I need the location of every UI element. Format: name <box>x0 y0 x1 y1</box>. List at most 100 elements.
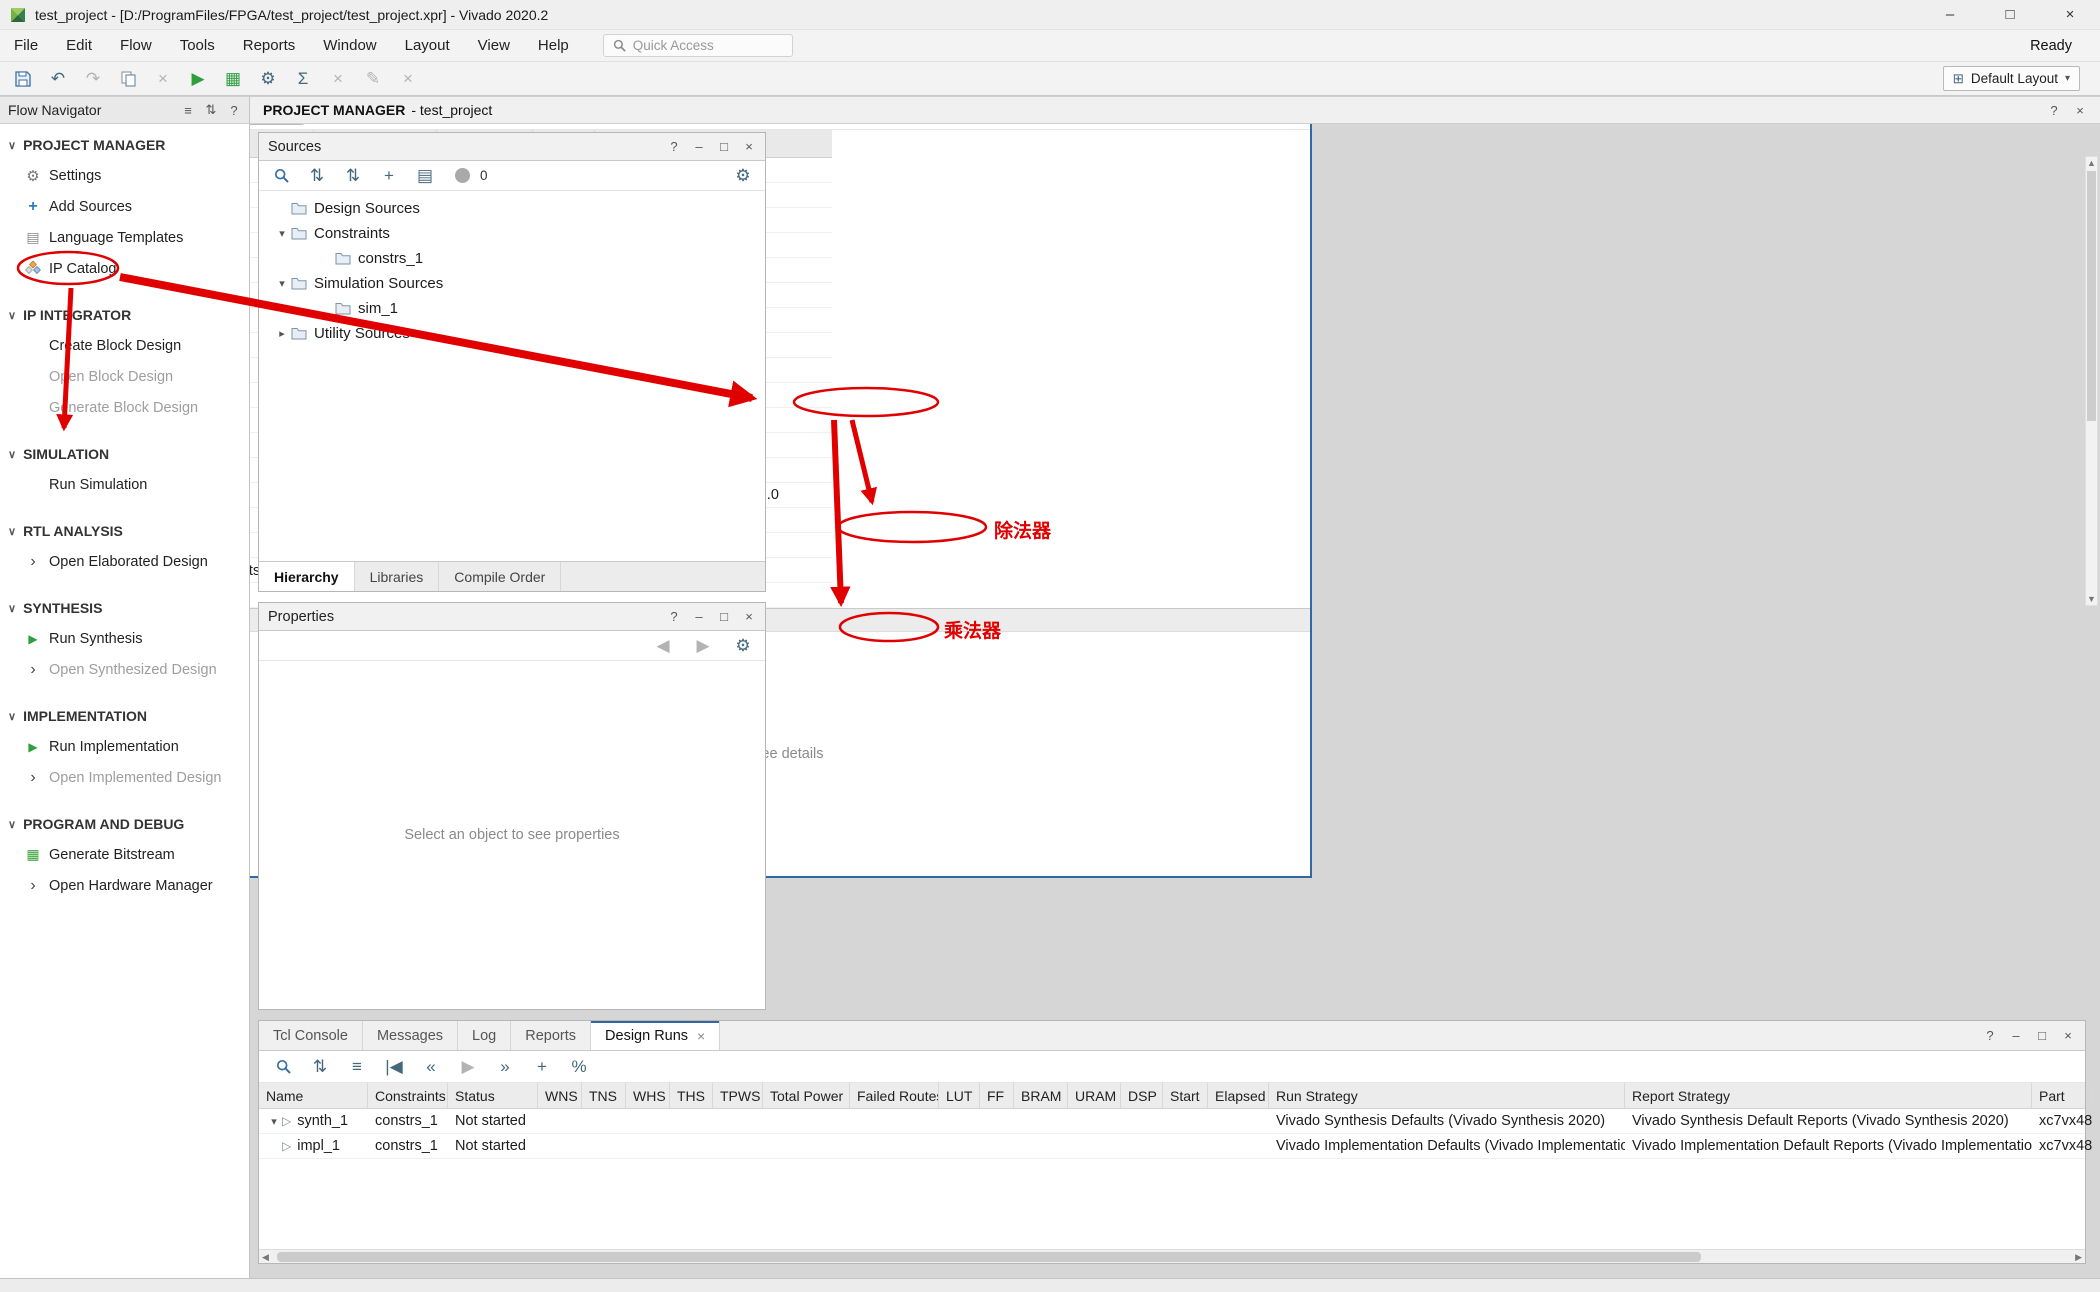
collapse-icon[interactable]: ⇅ <box>302 162 332 189</box>
runs-col-report-strategy[interactable]: Report Strategy <box>1625 1083 2032 1108</box>
close-icon[interactable]: × <box>2040 0 2100 29</box>
settings-icon[interactable]: ⚙ <box>728 632 758 659</box>
sources-tree-item-design-sources[interactable]: Design Sources <box>259 196 765 221</box>
runs-col-failed-routes[interactable]: Failed Routes <box>850 1083 939 1108</box>
chevron-expanded-icon[interactable]: ▾ <box>266 1115 282 1128</box>
minimize-icon[interactable]: – <box>692 139 706 154</box>
menu-tools[interactable]: Tools <box>166 30 229 61</box>
flownav-item-open-block-design[interactable]: Open Block Design <box>0 361 249 392</box>
runs-col-whs[interactable]: WHS <box>626 1083 670 1108</box>
runs-row-synth-1[interactable]: ▾▷synth_1constrs_1Not startedVivado Synt… <box>259 1109 2085 1134</box>
chevron-expanded-icon[interactable]: ▾ <box>273 277 291 290</box>
add-icon[interactable]: + <box>527 1053 557 1080</box>
tab-hierarchy[interactable]: Hierarchy <box>259 562 355 591</box>
flownav-item-open-hardware-manager[interactable]: ›Open Hardware Manager <box>0 870 249 901</box>
flownav-item-open-elaborated-design[interactable]: ›Open Elaborated Design <box>0 546 249 577</box>
scrollbar-thumb[interactable] <box>277 1252 1701 1262</box>
board-icon[interactable]: ▦ <box>218 65 248 92</box>
sort-icon[interactable]: ≡ <box>342 1053 372 1080</box>
tab-log[interactable]: Log <box>458 1021 511 1050</box>
tab-tcl-console[interactable]: Tcl Console <box>259 1021 363 1050</box>
scrollbar-thumb[interactable] <box>2087 171 2096 421</box>
menu-help[interactable]: Help <box>524 30 583 61</box>
flownav-item-settings[interactable]: ⚙Settings <box>0 160 249 191</box>
scroll-left-icon[interactable]: ◀ <box>259 1250 272 1264</box>
runs-col-run-strategy[interactable]: Run Strategy <box>1269 1083 1625 1108</box>
vertical-scrollbar[interactable]: ▲ ▼ <box>2085 156 2098 606</box>
flownav-section-header-implementation[interactable]: ∨IMPLEMENTATION <box>0 701 249 731</box>
collapse-icon[interactable]: ⇅ <box>204 102 218 118</box>
tab-compile-order[interactable]: Compile Order <box>439 562 561 591</box>
percent-icon[interactable]: % <box>564 1053 594 1080</box>
sources-tree-item-constraints[interactable]: ▾Constraints <box>259 221 765 246</box>
menu-reports[interactable]: Reports <box>229 30 310 61</box>
close-icon[interactable]: × <box>697 1028 705 1044</box>
runs-col-bram[interactable]: BRAM <box>1014 1083 1068 1108</box>
minimize-icon[interactable]: – <box>2009 1028 2023 1043</box>
runs-col-ths[interactable]: THS <box>670 1083 713 1108</box>
help-icon[interactable]: ? <box>227 102 241 118</box>
flownav-item-generate-bitstream[interactable]: ▦Generate Bitstream <box>0 839 249 870</box>
flownav-item-create-block-design[interactable]: Create Block Design <box>0 330 249 361</box>
menu-view[interactable]: View <box>464 30 524 61</box>
runs-col-part[interactable]: Part <box>2032 1083 2092 1108</box>
help-icon[interactable]: ? <box>2047 103 2061 118</box>
expand-icon[interactable]: ⇅ <box>338 162 368 189</box>
horizontal-scrollbar[interactable]: ◀ ▶ <box>259 1249 2085 1263</box>
maximize-icon[interactable]: □ <box>1980 0 2040 29</box>
menu-edit[interactable]: Edit <box>52 30 106 61</box>
close-icon[interactable]: × <box>742 609 756 624</box>
tab-design-runs[interactable]: Design Runs× <box>591 1021 720 1050</box>
copy-icon[interactable] <box>113 65 143 92</box>
runs-col-uram[interactable]: URAM <box>1068 1083 1121 1108</box>
sigma-icon[interactable]: Σ <box>288 65 318 92</box>
flownav-item-language-templates[interactable]: ▤Language Templates <box>0 222 249 253</box>
quick-access-search[interactable]: Quick Access <box>603 34 793 57</box>
back-icon[interactable]: ◀ <box>648 632 678 659</box>
runs-col-tns[interactable]: TNS <box>582 1083 626 1108</box>
flownav-section-header-program-and-debug[interactable]: ∨PROGRAM AND DEBUG <box>0 809 249 839</box>
runs-row-impl-1[interactable]: ▷impl_1constrs_1Not startedVivado Implem… <box>259 1134 2085 1159</box>
cancel-icon[interactable]: × <box>323 65 353 92</box>
scroll-up-icon[interactable]: ▲ <box>2086 158 2097 168</box>
rewind-icon[interactable]: « <box>416 1053 446 1080</box>
tab-messages[interactable]: Messages <box>363 1021 458 1050</box>
edit-icon[interactable]: ✎ <box>358 65 388 92</box>
chevron-expanded-icon[interactable]: ▾ <box>273 227 291 240</box>
runs-col-start[interactable]: Start <box>1163 1083 1208 1108</box>
forward-icon[interactable]: ▶ <box>688 632 718 659</box>
runs-col-dsp[interactable]: DSP <box>1121 1083 1163 1108</box>
tab-reports[interactable]: Reports <box>511 1021 591 1050</box>
float-icon[interactable]: □ <box>717 609 731 624</box>
runs-col-total-power[interactable]: Total Power <box>763 1083 850 1108</box>
redo-icon[interactable]: ↷ <box>78 65 108 92</box>
search-icon[interactable] <box>268 1053 298 1080</box>
menu-window[interactable]: Window <box>309 30 390 61</box>
flownav-item-run-implementation[interactable]: ▶Run Implementation <box>0 731 249 762</box>
add-icon[interactable]: + <box>374 162 404 189</box>
scroll-right-icon[interactable]: ▶ <box>2072 1250 2085 1264</box>
tab-libraries[interactable]: Libraries <box>355 562 440 591</box>
menu-icon[interactable]: ≡ <box>181 102 195 118</box>
play-icon[interactable]: ▶ <box>453 1053 483 1080</box>
minimize-icon[interactable]: – <box>1920 0 1980 29</box>
collapse-icon[interactable]: ⇅ <box>305 1053 335 1080</box>
sources-tree-item-constrs-1[interactable]: constrs_1 <box>259 246 765 271</box>
runs-col-lut[interactable]: LUT <box>939 1083 980 1108</box>
report-icon[interactable]: ▤ <box>410 162 440 189</box>
search-icon[interactable] <box>266 162 296 189</box>
sources-tree-item-simulation-sources[interactable]: ▾Simulation Sources <box>259 271 765 296</box>
close-icon[interactable]: × <box>742 139 756 154</box>
help-icon[interactable]: ? <box>1983 1028 1997 1043</box>
help-icon[interactable]: ? <box>667 139 681 154</box>
flownav-item-add-sources[interactable]: +Add Sources <box>0 191 249 222</box>
flownav-item-generate-block-design[interactable]: Generate Block Design <box>0 392 249 423</box>
runs-col-ff[interactable]: FF <box>980 1083 1014 1108</box>
runs-col-elapsed[interactable]: Elapsed <box>1208 1083 1269 1108</box>
run-icon[interactable]: ▶ <box>183 65 213 92</box>
menu-flow[interactable]: Flow <box>106 30 166 61</box>
menu-layout[interactable]: Layout <box>391 30 464 61</box>
flownav-section-header-synthesis[interactable]: ∨SYNTHESIS <box>0 593 249 623</box>
runs-col-name[interactable]: Name <box>259 1083 368 1108</box>
help-icon[interactable]: ? <box>667 609 681 624</box>
